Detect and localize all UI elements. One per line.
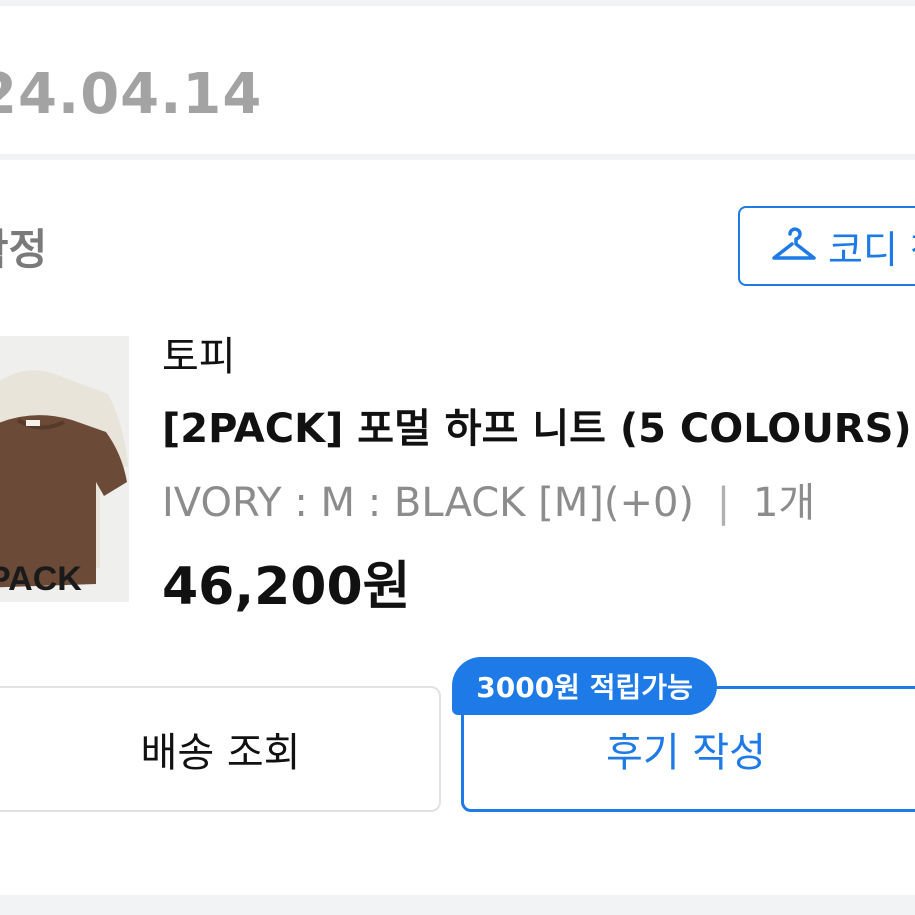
product-option-line: IVORY : M : BLACK [M](+0) | 1개 <box>162 470 815 528</box>
coordi-button[interactable]: 코디 착 <box>738 206 915 286</box>
order-item-card: 확정 코디 착 PACK 토피 [2PACK] 포멀 하프 니트 (5 COLO… <box>0 160 915 895</box>
points-badge-label: 3000원 적립가능 <box>476 671 693 704</box>
shipping-tracking-label: 배송 조회 <box>140 730 301 776</box>
product-title[interactable]: [2PACK] 포멀 하프 니트 (5 COLOURS) <box>162 396 912 454</box>
hanger-icon <box>770 224 818 268</box>
order-date: 24.04.14 <box>0 62 263 127</box>
bottom-strip <box>0 895 915 915</box>
order-status: 확정 <box>0 225 48 274</box>
option-separator: | <box>716 480 731 526</box>
shipping-tracking-button[interactable]: 배송 조회 <box>0 686 441 812</box>
brand-name[interactable]: 토피 <box>162 324 236 382</box>
order-date-header: 24.04.14 <box>0 6 915 154</box>
product-option: IVORY : M : BLACK [M](+0) <box>162 480 695 526</box>
product-price: 46,200원 <box>162 557 411 617</box>
product-image[interactable]: PACK <box>0 336 129 602</box>
product-image-label: PACK <box>0 560 82 598</box>
points-badge: 3000원 적립가능 <box>452 657 717 715</box>
coordi-button-label: 코디 착 <box>828 227 915 272</box>
write-review-label: 후기 작성 <box>606 730 766 776</box>
product-quantity: 1개 <box>752 480 816 526</box>
